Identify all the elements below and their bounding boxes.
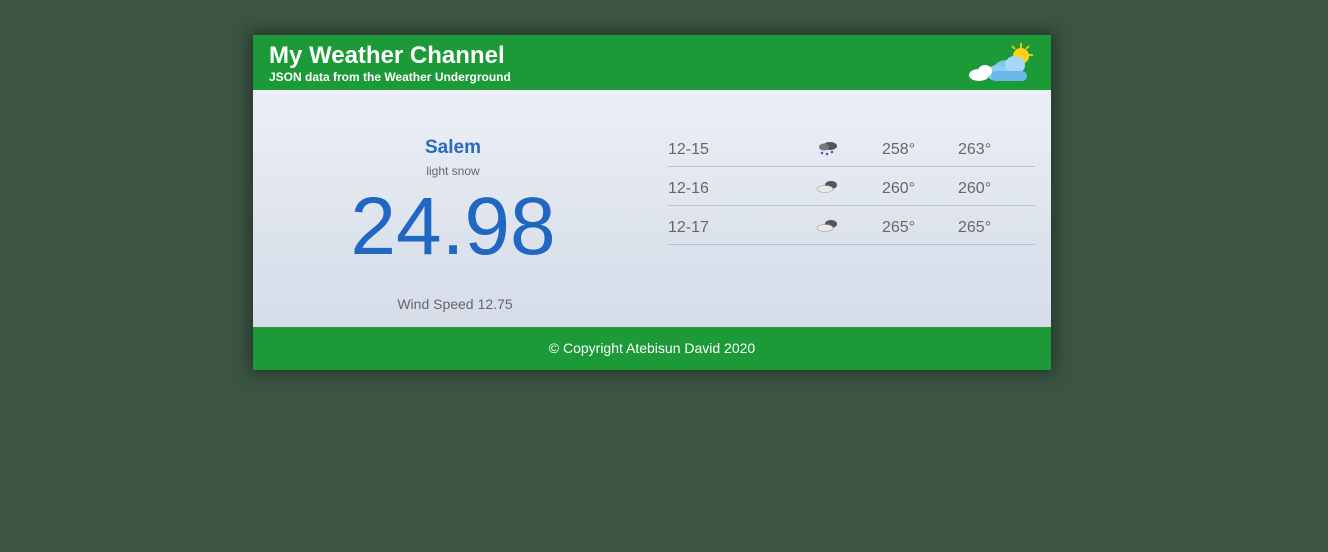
forecast-row: 12-17 265° 265° [668,206,1035,245]
forecast-high: 265° [882,219,916,236]
forecast-date: 12-15 [668,141,709,158]
city-name: Salem [425,137,481,158]
cloud-icon [816,181,837,193]
footer: © Copyright Atebisun David 2020 [253,327,1051,370]
cloud-icon [816,220,837,232]
wind-label: Wind Speed [397,296,474,312]
page-subtitle: JSON data from the Weather Underground [269,70,511,84]
forecast-low: 260° [958,180,992,197]
wind-speed: Wind Speed 12.75 [253,296,653,312]
forecast-date: 12-17 [668,219,709,236]
forecast-high: 258° [882,141,916,158]
forecast-high: 260° [882,180,916,197]
forecast-list: 12-15 258° 263° 12-16 260° 260° 12-17 26… [668,128,1035,245]
copyright-text: © Copyright Atebisun David 2020 [548,340,756,356]
sun-cloud-icon [969,43,1033,81]
weather-body: Salem light snow 24.98 Wind Speed 12.75 1… [253,90,1051,327]
wind-value: 12.75 [477,296,513,312]
forecast-row: 12-16 260° 260° [668,167,1035,206]
snow-cloud-icon [819,142,837,156]
forecast-low: 263° [958,141,992,158]
forecast-low: 265° [958,219,992,236]
forecast-row: 12-15 258° 263° [668,128,1035,167]
page-title: My Weather Channel [269,42,505,69]
forecast-date: 12-16 [668,180,709,197]
temperature-value: 24.98 [350,181,556,272]
header: My Weather Channel JSON data from the We… [253,35,1051,90]
weather-card: My Weather Channel JSON data from the We… [253,35,1051,370]
condition-text: light snow [426,164,480,178]
current-conditions: Salem light snow 24.98 Wind Speed 12.75 [253,90,653,327]
